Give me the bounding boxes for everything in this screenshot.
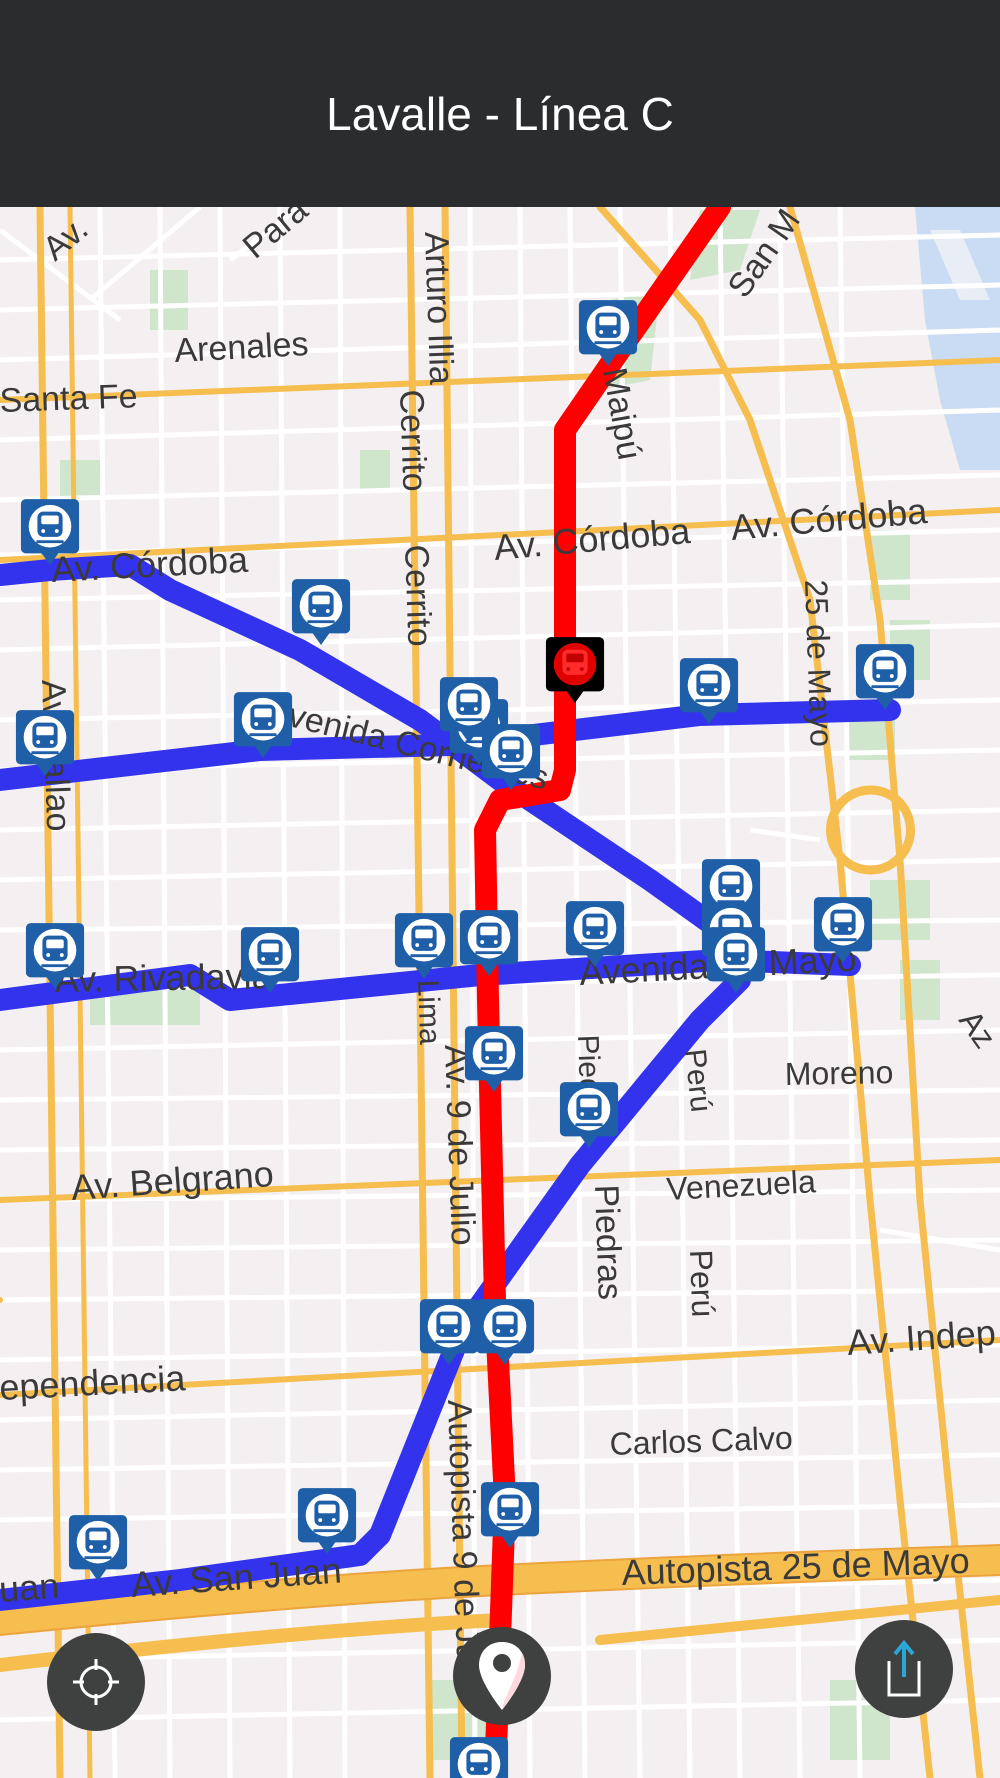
share-icon	[887, 1639, 921, 1697]
street-moreno: Moreno	[784, 1054, 893, 1092]
street-arturo-illia: Arturo Illia	[417, 231, 460, 385]
locate-me-button[interactable]	[47, 1633, 145, 1731]
street-cerrito-2: Cerrito	[397, 544, 439, 647]
crosshair-icon	[73, 1659, 119, 1705]
top-bar: Lavalle - Línea C	[0, 0, 1000, 207]
map-view[interactable]: Av. Para Arturo Illia San M Arenales San…	[0, 207, 1000, 1778]
pin-button[interactable]	[453, 1627, 551, 1725]
street-piedras-2: Piedras	[587, 1184, 629, 1301]
street-santa-fe: Santa Fe	[0, 377, 138, 420]
street-lima: Lima	[411, 979, 446, 1045]
street-rivadavia: Av. Rivadavia	[54, 955, 272, 1000]
street-peru-2: Perú	[683, 1249, 721, 1318]
map-pin-icon	[479, 1642, 525, 1710]
page-title: Lavalle - Línea C	[326, 87, 674, 140]
street-juan-left: uan	[0, 1565, 60, 1610]
street-arenales: Arenales	[173, 325, 309, 370]
street-peru-1: Perú	[678, 1047, 717, 1113]
subway-train-icon[interactable]	[448, 1735, 510, 1778]
share-button[interactable]	[855, 1620, 953, 1718]
street-carlos-calvo: Carlos Calvo	[609, 1420, 793, 1462]
street-cerrito-1: Cerrito	[392, 389, 434, 492]
street-25-de-mayo: 25 de Mayo	[798, 579, 840, 747]
map-canvas[interactable]: Av. Para Arturo Illia San M Arenales San…	[0, 207, 1000, 1778]
